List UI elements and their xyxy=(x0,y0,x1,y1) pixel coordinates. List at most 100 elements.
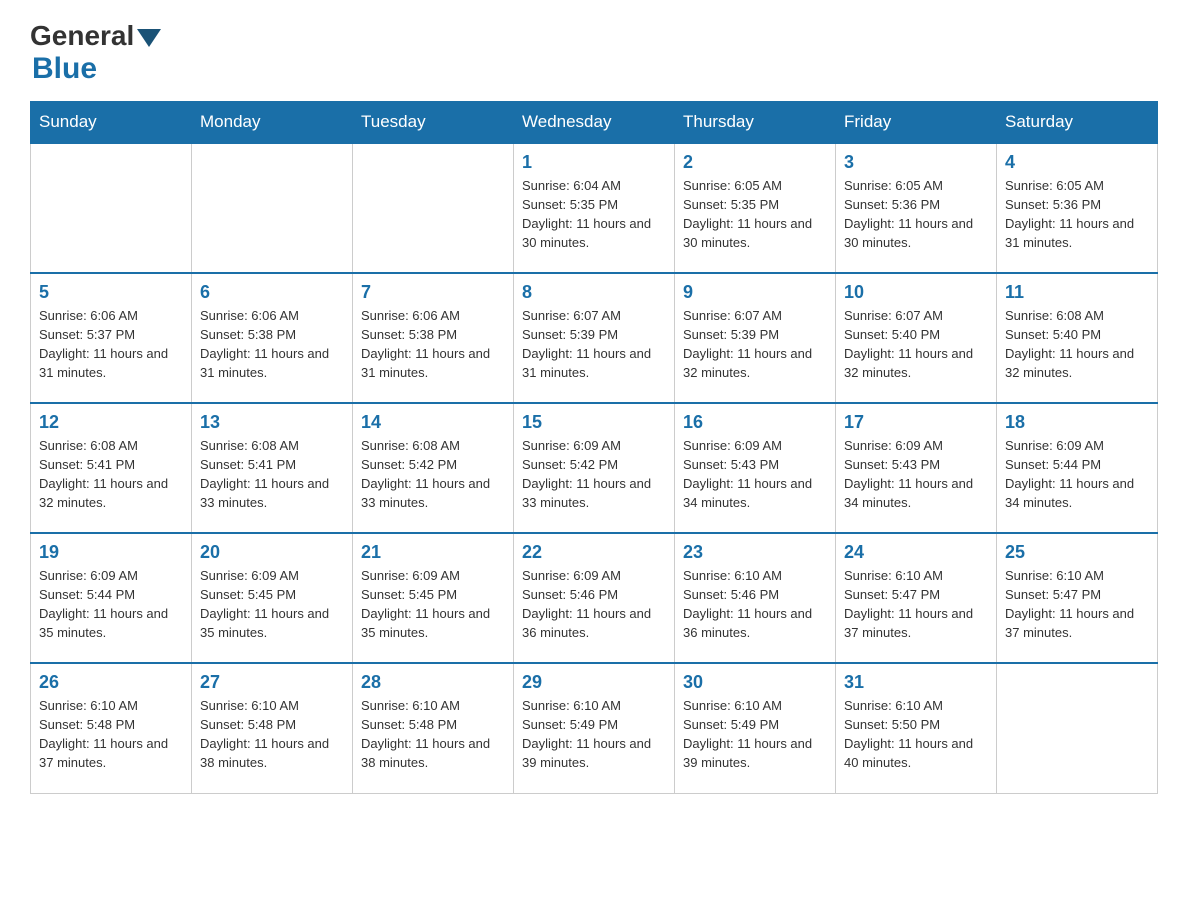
day-number-27: 27 xyxy=(200,672,344,693)
day-cell-27: 27 Sunrise: 6:10 AM Sunset: 5:48 PM Dayli… xyxy=(192,663,353,793)
day-header-saturday: Saturday xyxy=(997,102,1158,144)
day-info-4: Sunrise: 6:05 AM Sunset: 5:36 PM Dayligh… xyxy=(1005,177,1149,252)
day-info-14: Sunrise: 6:08 AM Sunset: 5:42 PM Dayligh… xyxy=(361,437,505,512)
day-cell-29: 29Sunrise: 6:10 AM Sunset: 5:49 PM Dayli… xyxy=(514,663,675,793)
day-info-5: Sunrise: 6:06 AM Sunset: 5:37 PM Dayligh… xyxy=(39,307,183,382)
day-cell-26: 26Sunrise: 6:10 AM Sunset: 5:48 PM Dayli… xyxy=(31,663,192,793)
day-cell-4: 4 Sunrise: 6:05 AM Sunset: 5:36 PM Daylig… xyxy=(997,143,1158,273)
day-cell-13: 13 Sunrise: 6:08 AM Sunset: 5:41 PM Dayli… xyxy=(192,403,353,533)
logo-blue-text: Blue xyxy=(30,52,97,86)
day-info-23: Sunrise: 6:10 AM Sunset: 5:46 PM Dayligh… xyxy=(683,567,827,642)
day-info-21: Sunrise: 6:09 AM Sunset: 5:45 PM Dayligh… xyxy=(361,567,505,642)
day-info-25: Sunrise: 6:10 AM Sunset: 5:47 PM Dayligh… xyxy=(1005,567,1149,642)
day-info-27: Sunrise: 6:10 AM Sunset: 5:48 PM Dayligh… xyxy=(200,697,344,772)
day-header-sunday: Sunday xyxy=(31,102,192,144)
logo: General Blue xyxy=(30,20,161,86)
week-row-4: 19 Sunrise: 6:09 AM Sunset: 5:44 PM Dayli… xyxy=(31,533,1158,663)
day-number-7: 7 xyxy=(361,282,505,303)
day-number-6: 6 xyxy=(200,282,344,303)
week-row-2: 5 Sunrise: 6:06 AM Sunset: 5:37 PM Daylig… xyxy=(31,273,1158,403)
day-cell-11: 11 Sunrise: 6:08 AM Sunset: 5:40 PM Dayli… xyxy=(997,273,1158,403)
day-cell-1: 1 Sunrise: 6:04 AM Sunset: 5:35 PM Daylig… xyxy=(514,143,675,273)
day-number-14: 14 xyxy=(361,412,505,433)
day-cell-10: 10 Sunrise: 6:07 AM Sunset: 5:40 PM Dayli… xyxy=(836,273,997,403)
day-number-12: 12 xyxy=(39,412,183,433)
day-cell-24: 24 Sunrise: 6:10 AM Sunset: 5:47 PM Dayli… xyxy=(836,533,997,663)
day-number-21: 21 xyxy=(361,542,505,563)
logo-general-text: General xyxy=(30,20,134,52)
day-info-24: Sunrise: 6:10 AM Sunset: 5:47 PM Dayligh… xyxy=(844,567,988,642)
empty-cell xyxy=(997,663,1158,793)
week-row-3: 12 Sunrise: 6:08 AM Sunset: 5:41 PM Dayli… xyxy=(31,403,1158,533)
day-info-1: Sunrise: 6:04 AM Sunset: 5:35 PM Dayligh… xyxy=(522,177,666,252)
day-number-23: 23 xyxy=(683,542,827,563)
day-number-19: 19 xyxy=(39,542,183,563)
day-cell-3: 3 Sunrise: 6:05 AM Sunset: 5:36 PM Daylig… xyxy=(836,143,997,273)
day-number-15: 15 xyxy=(522,412,666,433)
day-number-9: 9 xyxy=(683,282,827,303)
day-number-5: 5 xyxy=(39,282,183,303)
day-info-13: Sunrise: 6:08 AM Sunset: 5:41 PM Dayligh… xyxy=(200,437,344,512)
empty-cell xyxy=(192,143,353,273)
day-info-6: Sunrise: 6:06 AM Sunset: 5:38 PM Dayligh… xyxy=(200,307,344,382)
logo-arrow-icon xyxy=(137,29,161,47)
day-info-16: Sunrise: 6:09 AM Sunset: 5:43 PM Dayligh… xyxy=(683,437,827,512)
day-number-13: 13 xyxy=(200,412,344,433)
day-number-22: 22 xyxy=(522,542,666,563)
day-cell-12: 12 Sunrise: 6:08 AM Sunset: 5:41 PM Dayli… xyxy=(31,403,192,533)
day-cell-2: 2 Sunrise: 6:05 AM Sunset: 5:35 PM Daylig… xyxy=(675,143,836,273)
week-row-5: 26Sunrise: 6:10 AM Sunset: 5:48 PM Dayli… xyxy=(31,663,1158,793)
calendar-header-row: SundayMondayTuesdayWednesdayThursdayFrid… xyxy=(31,102,1158,144)
day-info-10: Sunrise: 6:07 AM Sunset: 5:40 PM Dayligh… xyxy=(844,307,988,382)
day-info-3: Sunrise: 6:05 AM Sunset: 5:36 PM Dayligh… xyxy=(844,177,988,252)
day-header-wednesday: Wednesday xyxy=(514,102,675,144)
day-number-4: 4 xyxy=(1005,152,1149,173)
day-cell-30: 30Sunrise: 6:10 AM Sunset: 5:49 PM Dayli… xyxy=(675,663,836,793)
day-info-19: Sunrise: 6:09 AM Sunset: 5:44 PM Dayligh… xyxy=(39,567,183,642)
day-cell-15: 15 Sunrise: 6:09 AM Sunset: 5:42 PM Dayli… xyxy=(514,403,675,533)
day-number-1: 1 xyxy=(522,152,666,173)
page-header: General Blue xyxy=(30,20,1158,86)
day-number-16: 16 xyxy=(683,412,827,433)
day-cell-5: 5 Sunrise: 6:06 AM Sunset: 5:37 PM Daylig… xyxy=(31,273,192,403)
day-info-15: Sunrise: 6:09 AM Sunset: 5:42 PM Dayligh… xyxy=(522,437,666,512)
day-cell-25: 25Sunrise: 6:10 AM Sunset: 5:47 PM Dayli… xyxy=(997,533,1158,663)
day-cell-23: 23 Sunrise: 6:10 AM Sunset: 5:46 PM Dayli… xyxy=(675,533,836,663)
day-cell-20: 20Sunrise: 6:09 AM Sunset: 5:45 PM Dayli… xyxy=(192,533,353,663)
day-info-20: Sunrise: 6:09 AM Sunset: 5:45 PM Dayligh… xyxy=(200,567,344,642)
week-row-1: 1 Sunrise: 6:04 AM Sunset: 5:35 PM Daylig… xyxy=(31,143,1158,273)
day-info-30: Sunrise: 6:10 AM Sunset: 5:49 PM Dayligh… xyxy=(683,697,827,772)
day-cell-31: 31Sunrise: 6:10 AM Sunset: 5:50 PM Dayli… xyxy=(836,663,997,793)
day-number-10: 10 xyxy=(844,282,988,303)
day-number-17: 17 xyxy=(844,412,988,433)
day-info-12: Sunrise: 6:08 AM Sunset: 5:41 PM Dayligh… xyxy=(39,437,183,512)
day-info-11: Sunrise: 6:08 AM Sunset: 5:40 PM Dayligh… xyxy=(1005,307,1149,382)
calendar-table: SundayMondayTuesdayWednesdayThursdayFrid… xyxy=(30,101,1158,794)
day-cell-7: 7 Sunrise: 6:06 AM Sunset: 5:38 PM Daylig… xyxy=(353,273,514,403)
day-cell-9: 9 Sunrise: 6:07 AM Sunset: 5:39 PM Daylig… xyxy=(675,273,836,403)
day-number-31: 31 xyxy=(844,672,988,693)
day-info-9: Sunrise: 6:07 AM Sunset: 5:39 PM Dayligh… xyxy=(683,307,827,382)
day-cell-16: 16 Sunrise: 6:09 AM Sunset: 5:43 PM Dayli… xyxy=(675,403,836,533)
day-info-29: Sunrise: 6:10 AM Sunset: 5:49 PM Dayligh… xyxy=(522,697,666,772)
day-cell-6: 6 Sunrise: 6:06 AM Sunset: 5:38 PM Daylig… xyxy=(192,273,353,403)
empty-cell xyxy=(31,143,192,273)
day-info-2: Sunrise: 6:05 AM Sunset: 5:35 PM Dayligh… xyxy=(683,177,827,252)
day-cell-22: 22 Sunrise: 6:09 AM Sunset: 5:46 PM Dayli… xyxy=(514,533,675,663)
day-header-thursday: Thursday xyxy=(675,102,836,144)
day-number-24: 24 xyxy=(844,542,988,563)
day-cell-8: 8 Sunrise: 6:07 AM Sunset: 5:39 PM Daylig… xyxy=(514,273,675,403)
day-number-2: 2 xyxy=(683,152,827,173)
day-header-tuesday: Tuesday xyxy=(353,102,514,144)
day-cell-18: 18 Sunrise: 6:09 AM Sunset: 5:44 PM Dayli… xyxy=(997,403,1158,533)
day-number-8: 8 xyxy=(522,282,666,303)
day-number-11: 11 xyxy=(1005,282,1149,303)
day-info-18: Sunrise: 6:09 AM Sunset: 5:44 PM Dayligh… xyxy=(1005,437,1149,512)
day-number-18: 18 xyxy=(1005,412,1149,433)
day-number-3: 3 xyxy=(844,152,988,173)
day-info-7: Sunrise: 6:06 AM Sunset: 5:38 PM Dayligh… xyxy=(361,307,505,382)
day-info-8: Sunrise: 6:07 AM Sunset: 5:39 PM Dayligh… xyxy=(522,307,666,382)
day-info-28: Sunrise: 6:10 AM Sunset: 5:48 PM Dayligh… xyxy=(361,697,505,772)
day-info-26: Sunrise: 6:10 AM Sunset: 5:48 PM Dayligh… xyxy=(39,697,183,772)
day-info-22: Sunrise: 6:09 AM Sunset: 5:46 PM Dayligh… xyxy=(522,567,666,642)
